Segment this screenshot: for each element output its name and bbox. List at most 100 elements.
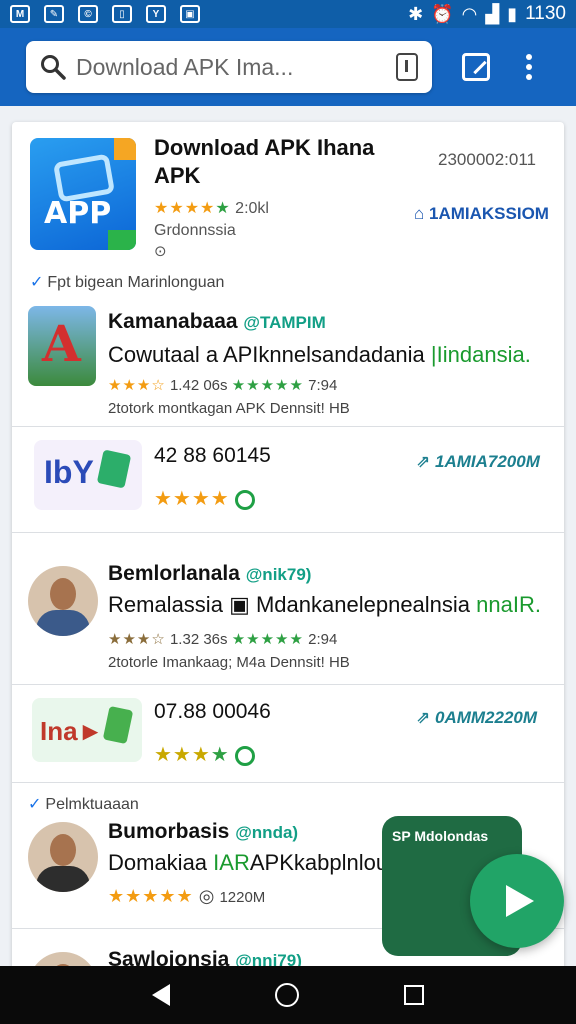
- rating-stars-icon: ★★★☆: [108, 377, 166, 394]
- featured-link[interactable]: ⌂ 1AMIAKSSIOM: [414, 204, 549, 224]
- item-title[interactable]: Bemlorlanala @nik79): [108, 562, 311, 586]
- item-name-text: Sawloionsia: [108, 948, 230, 966]
- home-button-icon[interactable]: [274, 983, 299, 1007]
- recents-icon[interactable]: [403, 985, 424, 1005]
- share-icon: ⇗: [416, 452, 431, 471]
- half-star-icon: ★: [215, 200, 231, 217]
- item-footer: 2totork montkagan APK Dennsit! HB: [108, 400, 350, 417]
- system-icons: ✱ ⏰ ◠ ▟ ▮ 1130: [408, 3, 566, 25]
- item-name-text: Kamanabaaa: [108, 310, 238, 333]
- item-name-text: Bemlorlanala: [108, 562, 240, 585]
- item-title[interactable]: Sawloionsia @nni79): [108, 948, 302, 966]
- divider: [12, 782, 564, 783]
- overflow-menu-icon[interactable]: [526, 54, 532, 80]
- signal-icon: ▟: [485, 3, 500, 24]
- featured-app-icon[interactable]: APP: [30, 138, 136, 250]
- featured-title[interactable]: Download APK Ihana APK: [154, 134, 374, 190]
- item-tag: @nik79): [245, 565, 312, 584]
- back-icon[interactable]: [152, 984, 171, 1006]
- featured-developer: Grdonnssia: [154, 222, 236, 239]
- edit-icon[interactable]: [462, 53, 490, 81]
- clock-icon: ◎: [198, 886, 215, 906]
- item-stats-extra: 7:94: [308, 377, 338, 394]
- battery-icon: ▮: [507, 3, 518, 24]
- item-stats-text: 1220M: [219, 889, 266, 906]
- item-description: Domakiaa IARAPKkabplnlouik: [108, 850, 404, 876]
- item-thumbnail[interactable]: Ina►: [32, 698, 142, 762]
- item-link[interactable]: ⇗ 1AMIA7200M: [416, 452, 540, 472]
- app-bar: Download APK Ima...: [0, 28, 576, 106]
- package-icon: ▣: [229, 592, 250, 617]
- notification-icons: M ✎ © ▯ Y ▣: [10, 5, 200, 23]
- play-icon: [506, 885, 534, 917]
- item-desc-text: Remalassia: [108, 592, 223, 617]
- notification-app-icon: Y: [146, 5, 166, 23]
- bluetooth-icon: ✱: [408, 3, 424, 24]
- notification-app-icon: ▯: [112, 5, 132, 23]
- share-icon: ⇗: [416, 708, 431, 727]
- item-stats: ★★★★★ ◎ 1220M: [108, 886, 265, 907]
- item-desc-text: Domakiaa: [108, 850, 208, 875]
- featured-rating-text: 2:0kl: [235, 200, 269, 217]
- avatar[interactable]: [28, 822, 98, 892]
- item-link-text: 0AMM2220M: [434, 708, 538, 727]
- item-number[interactable]: 07.88 00046: [154, 700, 271, 724]
- featured-title-line2: APK: [154, 163, 201, 188]
- system-nav-bar: [0, 966, 576, 1024]
- section-label: ✓ Fpt bigean Marinlonguan: [30, 272, 224, 292]
- section-label-text: Fpt bigean Marinlonguan: [47, 274, 225, 291]
- item-desc-text: APKkabplnlouik: [249, 850, 404, 875]
- search-icon: [41, 55, 66, 80]
- section-label: ✓ Pelmktuaaan: [28, 794, 139, 814]
- divider: [12, 426, 564, 427]
- item-stats: ★★★☆ 1.42 06s ★★★★★ 7:94: [108, 376, 337, 394]
- clock: 1130: [525, 3, 566, 24]
- item-number[interactable]: 42 88 60145: [154, 444, 271, 468]
- notification-app-icon: ▣: [180, 5, 200, 23]
- item-thumbnail[interactable]: A: [28, 306, 96, 386]
- featured-date: 2300002:011: [438, 150, 537, 169]
- item-name-text: Bumorbasis: [108, 820, 230, 843]
- item-link-text: 1AMIA7200M: [434, 452, 540, 471]
- item-title[interactable]: Kamanabaaa @TAMPIM: [108, 310, 326, 334]
- info-icon: ⊙: [154, 243, 167, 260]
- search-bar[interactable]: Download APK Ima...: [26, 41, 432, 93]
- item-tag: @TAMPIM: [243, 313, 326, 332]
- item-rating: ★★★★: [154, 742, 256, 767]
- item-link[interactable]: ⇗ 0AMM2220M: [416, 708, 537, 728]
- avatar[interactable]: [28, 952, 98, 966]
- notification-app-icon: M: [10, 5, 30, 23]
- item-thumbnail[interactable]: IbY: [34, 440, 142, 510]
- rating-stars-icon: ★★★★★: [108, 886, 194, 906]
- featured-title-line1: Download APK Ihana: [154, 135, 375, 160]
- item-desc-highlight: nnaIR.: [476, 592, 541, 617]
- results-list[interactable]: APP Download APK Ihana APK 2300002:011 ★…: [0, 106, 576, 966]
- featured-rating: ★★★★★ 2:0kl: [154, 198, 269, 218]
- status-bar: M ✎ © ▯ Y ▣ ✱ ⏰ ◠ ▟ ▮ 1130: [0, 0, 576, 28]
- avatar[interactable]: [28, 566, 98, 636]
- item-tag: @nnda): [235, 823, 299, 842]
- item-description: Cowutaal a APIknnelsandadania |Iindansia…: [108, 342, 531, 368]
- section-label-text: Pelmktuaaan: [45, 796, 139, 813]
- notification-app-icon: ✎: [44, 5, 64, 23]
- featured-link-text: 1AMIAKSSIOM: [429, 204, 549, 223]
- item-stats-extra: 2:94: [308, 631, 338, 648]
- item-desc-highlight: |Iindansia.: [430, 342, 531, 367]
- divider: [12, 684, 564, 685]
- item-desc-text: Mdankanelepnealnsia: [255, 592, 471, 617]
- item-stats-text: 1.42 06s: [169, 377, 228, 394]
- play-fab-button[interactable]: [470, 854, 564, 948]
- item-description: Remalassia ▣ Mdankanelepnealnsia nnaIR.: [108, 592, 541, 618]
- item-desc-text: Cowutaal a APIknnelsandadania: [108, 342, 425, 367]
- rating-stars-icon: ★★★★: [154, 200, 216, 217]
- rating-stars-icon: ★: [210, 744, 230, 766]
- item-footer: 2totorle Imankaag; M4a Dennsit! HB: [108, 654, 350, 671]
- item-title[interactable]: Bumorbasis @nnda): [108, 820, 298, 844]
- check-icon: ✓: [30, 274, 44, 291]
- wifi-icon: ◠: [461, 3, 478, 24]
- check-icon: ✓: [28, 796, 42, 813]
- rating-stars-icon: ★★★: [154, 744, 211, 766]
- clipboard-icon[interactable]: [396, 53, 418, 81]
- item-rating: ★★★★: [154, 486, 256, 511]
- search-input[interactable]: Download APK Ima...: [76, 54, 396, 81]
